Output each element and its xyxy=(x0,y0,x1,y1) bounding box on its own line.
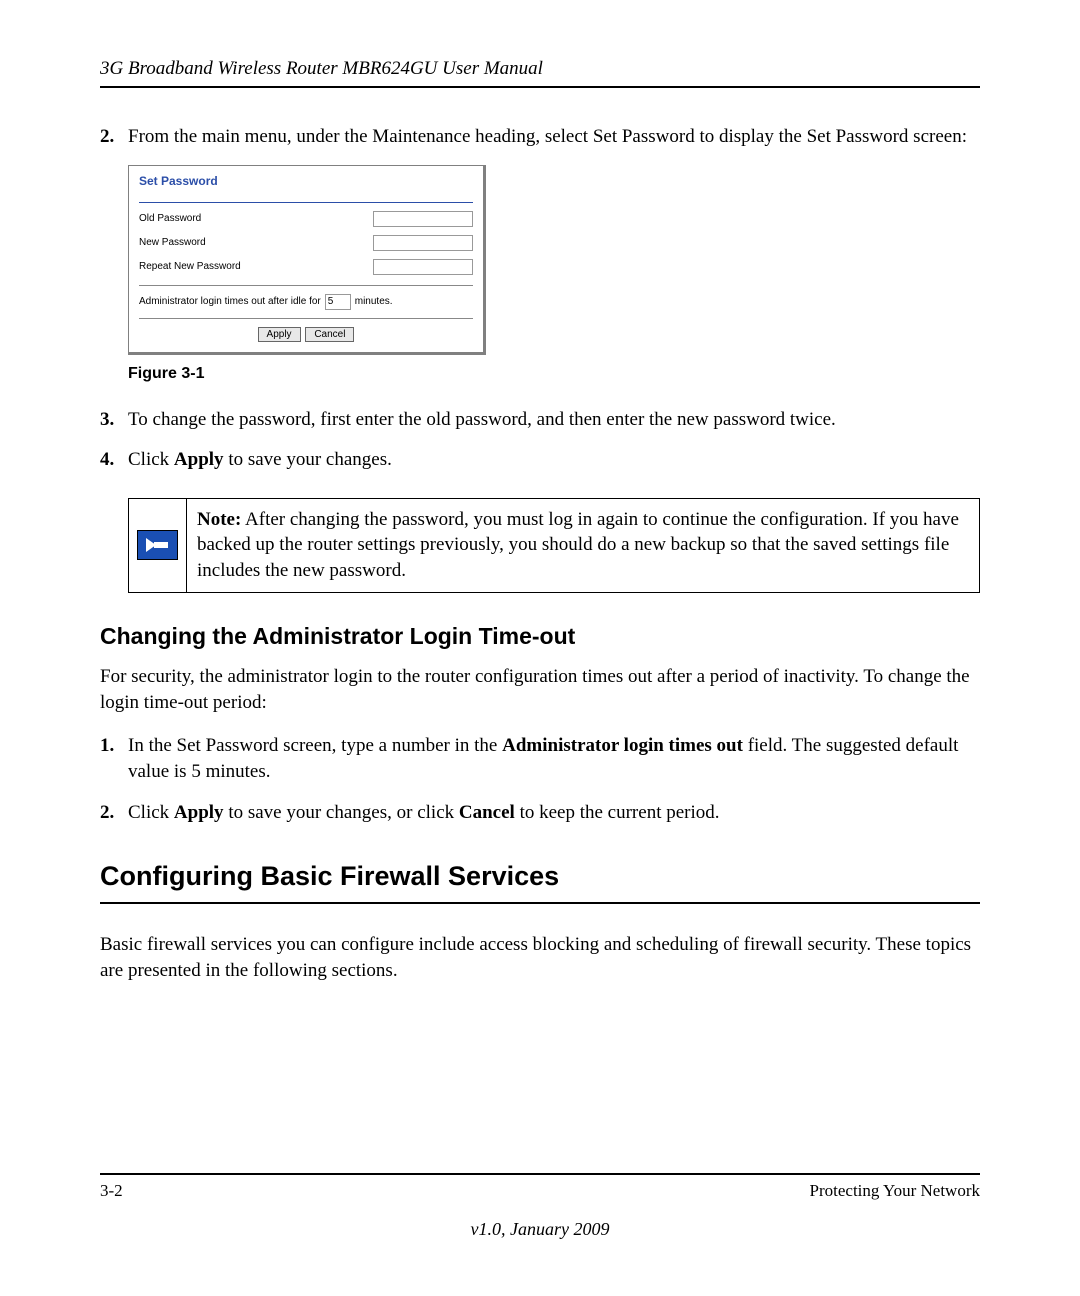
note-box: Note: After changing the password, you m… xyxy=(128,498,980,593)
arrow-icon xyxy=(137,530,178,560)
panel-title: Set Password xyxy=(139,174,473,203)
list-item: 4. Click Apply to save your changes. xyxy=(100,447,980,474)
set-password-screenshot: Set Password Old Password New Password R… xyxy=(128,165,486,355)
timeout-label-post: minutes. xyxy=(355,296,393,307)
list-text: To change the password, first enter the … xyxy=(128,407,980,434)
list-item: 2. From the main menu, under the Mainten… xyxy=(100,124,980,151)
timeout-input[interactable] xyxy=(325,294,351,310)
apply-button[interactable]: Apply xyxy=(258,327,301,342)
timeout-label-pre: Administrator login times out after idle… xyxy=(139,296,321,307)
paragraph: For security, the administrator login to… xyxy=(100,664,980,717)
list-text: Click Apply to save your changes, or cli… xyxy=(128,800,980,827)
old-password-label: Old Password xyxy=(139,213,201,224)
list-item: 1. In the Set Password screen, type a nu… xyxy=(100,733,980,786)
list-number: 1. xyxy=(100,733,128,786)
paragraph: Basic firewall services you can configur… xyxy=(100,932,980,985)
list-text: In the Set Password screen, type a numbe… xyxy=(128,733,980,786)
page-number: 3-2 xyxy=(100,1181,123,1201)
list-number: 4. xyxy=(100,447,128,474)
footer: 3-2 Protecting Your Network v1.0, Januar… xyxy=(100,1173,980,1240)
header-title: 3G Broadband Wireless Router MBR624GU Us… xyxy=(100,58,980,88)
main-heading: Configuring Basic Firewall Services xyxy=(100,861,980,904)
old-password-input[interactable] xyxy=(373,211,473,227)
list-number: 2. xyxy=(100,124,128,151)
section-name: Protecting Your Network xyxy=(810,1181,980,1201)
version-label: v1.0, January 2009 xyxy=(100,1219,980,1240)
cancel-button[interactable]: Cancel xyxy=(305,327,354,342)
note-text: Note: After changing the password, you m… xyxy=(187,499,979,592)
subheading: Changing the Administrator Login Time-ou… xyxy=(100,623,980,650)
figure-caption: Figure 3-1 xyxy=(128,365,980,383)
list-item: 3. To change the password, first enter t… xyxy=(100,407,980,434)
repeat-password-label: Repeat New Password xyxy=(139,261,241,272)
list-text: From the main menu, under the Maintenanc… xyxy=(128,124,980,151)
note-icon-cell xyxy=(129,499,187,592)
new-password-label: New Password xyxy=(139,237,206,248)
repeat-password-input[interactable] xyxy=(373,259,473,275)
list-number: 3. xyxy=(100,407,128,434)
list-number: 2. xyxy=(100,800,128,827)
list-text: Click Apply to save your changes. xyxy=(128,447,980,474)
list-item: 2. Click Apply to save your changes, or … xyxy=(100,800,980,827)
new-password-input[interactable] xyxy=(373,235,473,251)
